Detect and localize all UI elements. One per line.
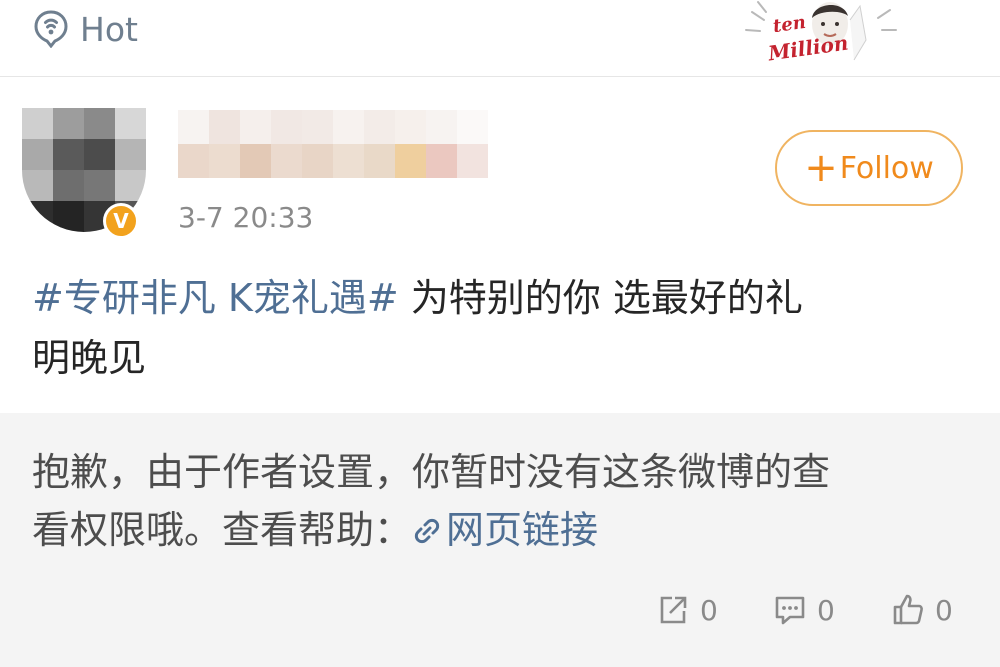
weibo-post-screen: Hot ten Million V 3-7 20:33 + Follow #专研… bbox=[0, 0, 1000, 667]
hot-icon bbox=[34, 10, 68, 48]
hashtag-link[interactable]: #专研非凡 K宠礼遇# bbox=[32, 276, 399, 320]
top-header: Hot ten Million bbox=[0, 0, 1000, 77]
plus-icon: + bbox=[804, 145, 838, 191]
comment-icon bbox=[775, 596, 805, 625]
notice-line-2: 看权限哦。查看帮助： bbox=[32, 508, 413, 552]
web-link-label: 网页链接 bbox=[446, 508, 599, 552]
post-line-1: #专研非凡 K宠礼遇# 为特别的你 选最好的礼 bbox=[32, 268, 972, 328]
post-text-2: 明晚见 bbox=[32, 336, 147, 380]
verified-badge: V bbox=[103, 203, 139, 239]
username-blurred[interactable] bbox=[178, 110, 488, 178]
post-body: #专研非凡 K宠礼遇# 为特别的你 选最好的礼 明晚见 bbox=[32, 268, 972, 388]
notice-line-2-wrap: 看权限哦。查看帮助： 网页链接 bbox=[32, 501, 962, 559]
repost-button[interactable]: 0 bbox=[656, 590, 718, 630]
web-link[interactable]: 网页链接 bbox=[412, 508, 598, 552]
notice-text: 抱歉，由于作者设置，你暂时没有这条微博的查 看权限哦。查看帮助： 网页链接 bbox=[32, 443, 962, 559]
post-text-1: 为特别的你 选最好的礼 bbox=[398, 276, 803, 320]
like-count: 0 bbox=[935, 593, 953, 627]
notice-line-1: 抱歉，由于作者设置，你暂时没有这条微博的查 bbox=[32, 450, 831, 494]
like-button[interactable]: 0 bbox=[891, 590, 953, 630]
permission-notice: 抱歉，由于作者设置，你暂时没有这条微博的查 看权限哦。查看帮助： 网页链接 bbox=[0, 413, 1000, 667]
repost-icon bbox=[660, 596, 687, 624]
link-icon bbox=[414, 518, 440, 544]
post-timestamp: 3-7 20:33 bbox=[178, 201, 314, 234]
follow-button[interactable]: + Follow bbox=[775, 130, 963, 206]
like-icon bbox=[893, 594, 923, 625]
comment-count: 0 bbox=[817, 593, 835, 627]
comment-button[interactable]: 0 bbox=[773, 590, 835, 630]
follow-label: Follow bbox=[839, 150, 934, 186]
section-title: Hot bbox=[80, 10, 138, 49]
repost-count: 0 bbox=[700, 593, 718, 627]
